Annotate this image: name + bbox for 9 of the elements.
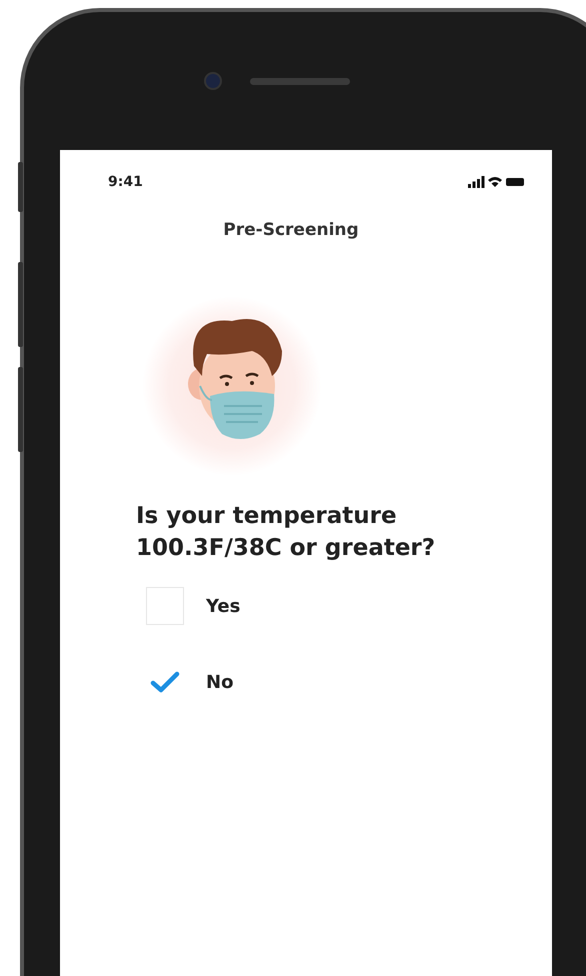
status-time: 9:41 xyxy=(108,174,143,190)
option-label: Yes xyxy=(206,596,240,617)
checkbox[interactable] xyxy=(146,587,184,626)
question-text: Is your temperature 100.3F/38C or greater? xyxy=(136,502,436,564)
option-label: No xyxy=(206,672,234,693)
status-icons xyxy=(468,175,526,189)
screen-title: Pre-Screening xyxy=(222,220,360,240)
camera-icon xyxy=(204,72,222,90)
checkmark-icon[interactable] xyxy=(150,670,180,694)
